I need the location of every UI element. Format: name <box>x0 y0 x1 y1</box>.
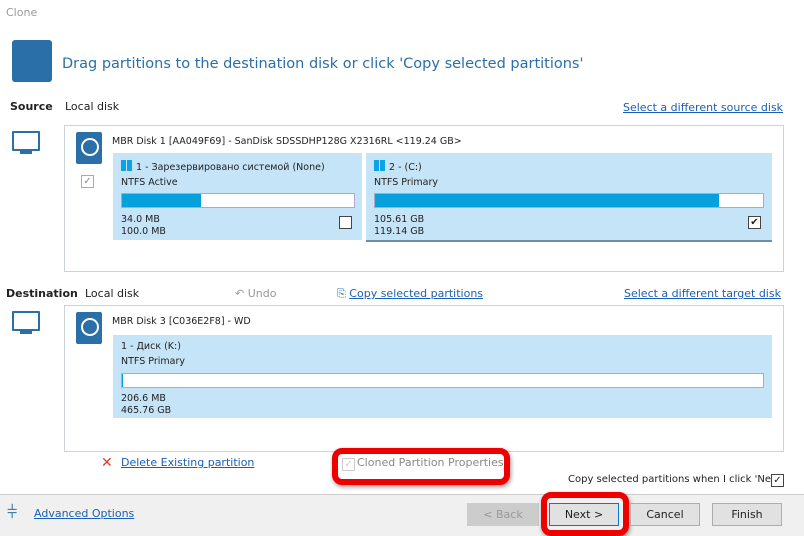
finish-button[interactable]: Finish <box>712 503 782 526</box>
undo-label: Undo <box>247 287 277 300</box>
partition-name: 1 - Диск (K:) <box>121 341 181 352</box>
advanced-options-link[interactable]: Advanced Options <box>34 507 134 520</box>
partition-used: 206.6 MB <box>121 393 166 404</box>
clone-icon <box>12 40 52 82</box>
next-button[interactable]: Next > <box>549 503 619 526</box>
partition-used: 34.0 MB <box>121 214 160 225</box>
partition-used: 105.61 GB <box>374 214 425 225</box>
copy-icon: ⎘ <box>337 287 350 300</box>
monitor-icon <box>12 311 40 331</box>
partition-checkbox[interactable] <box>339 216 352 229</box>
source-disk-checkbox[interactable]: ✓ <box>81 175 94 188</box>
source-disk-title: MBR Disk 1 [AA049F69] - SanDisk SDSSDHP1… <box>112 136 462 147</box>
destination-disk-type: Local disk <box>85 287 140 300</box>
partition-total: 119.14 GB <box>374 226 425 237</box>
undo-icon: ↶ <box>235 287 248 300</box>
monitor-stand <box>20 151 32 154</box>
partition-usage-bar <box>121 373 764 388</box>
windows-icon <box>121 160 132 171</box>
monitor-stand <box>20 331 32 334</box>
partition-checkbox[interactable]: ✔ <box>748 216 761 229</box>
copy-selected-partitions[interactable]: ⎘ Copy selected partitions <box>337 287 483 301</box>
sliders-icon: ⫩ <box>7 502 18 523</box>
partition-usage-bar <box>374 193 764 208</box>
source-label: Source <box>10 100 53 113</box>
partition-total: 465.76 GB <box>121 405 172 416</box>
copy-on-next-label: Copy selected partitions when I click 'N… <box>568 474 784 485</box>
window-title: Clone <box>6 6 38 19</box>
copy-on-next-checkbox[interactable]: ✓ <box>771 474 784 487</box>
disk-icon <box>76 312 102 344</box>
undo-button[interactable]: ↶ Undo <box>235 287 276 300</box>
disk-icon <box>76 132 102 164</box>
select-source-disk-link[interactable]: Select a different source disk <box>623 101 783 114</box>
back-button[interactable]: < Back <box>467 503 539 526</box>
windows-icon <box>374 160 385 171</box>
cancel-button[interactable]: Cancel <box>630 503 700 526</box>
source-partition-1[interactable]: 1 - Зарезервировано системой (None) NTFS… <box>113 153 362 240</box>
delete-partition-link[interactable]: Delete Existing partition <box>121 456 254 469</box>
header-text: Drag partitions to the destination disk … <box>62 56 584 72</box>
partition-total: 100.0 MB <box>121 226 166 237</box>
partition-type: NTFS Primary <box>121 356 185 367</box>
destination-disk-title: MBR Disk 3 [C036E2F8] - WD <box>112 316 251 327</box>
partition-usage-bar <box>121 193 355 208</box>
copy-link[interactable]: Copy selected partitions <box>349 287 483 300</box>
destination-label: Destination <box>6 287 78 300</box>
partition-name: 1 - Зарезервировано системой (None) <box>136 162 325 173</box>
partition-type: NTFS Primary <box>374 177 438 188</box>
destination-partition-1[interactable]: 1 - Диск (K:) NTFS Primary 206.6 MB 465.… <box>113 335 772 418</box>
partition-type: NTFS Active <box>121 177 178 188</box>
cloned-properties-checkbox[interactable]: ✓ <box>342 458 355 471</box>
partition-name: 2 - (C:) <box>389 162 422 173</box>
monitor-icon <box>12 131 40 151</box>
delete-icon: ✕ <box>101 455 113 471</box>
select-target-disk-link[interactable]: Select a different target disk <box>624 287 781 300</box>
source-disk-type: Local disk <box>65 100 120 113</box>
cloned-properties-label: Cloned Partition Properties <box>357 456 504 469</box>
source-partition-2[interactable]: 2 - (C:) NTFS Primary 105.61 GB 119.14 G… <box>366 153 772 242</box>
